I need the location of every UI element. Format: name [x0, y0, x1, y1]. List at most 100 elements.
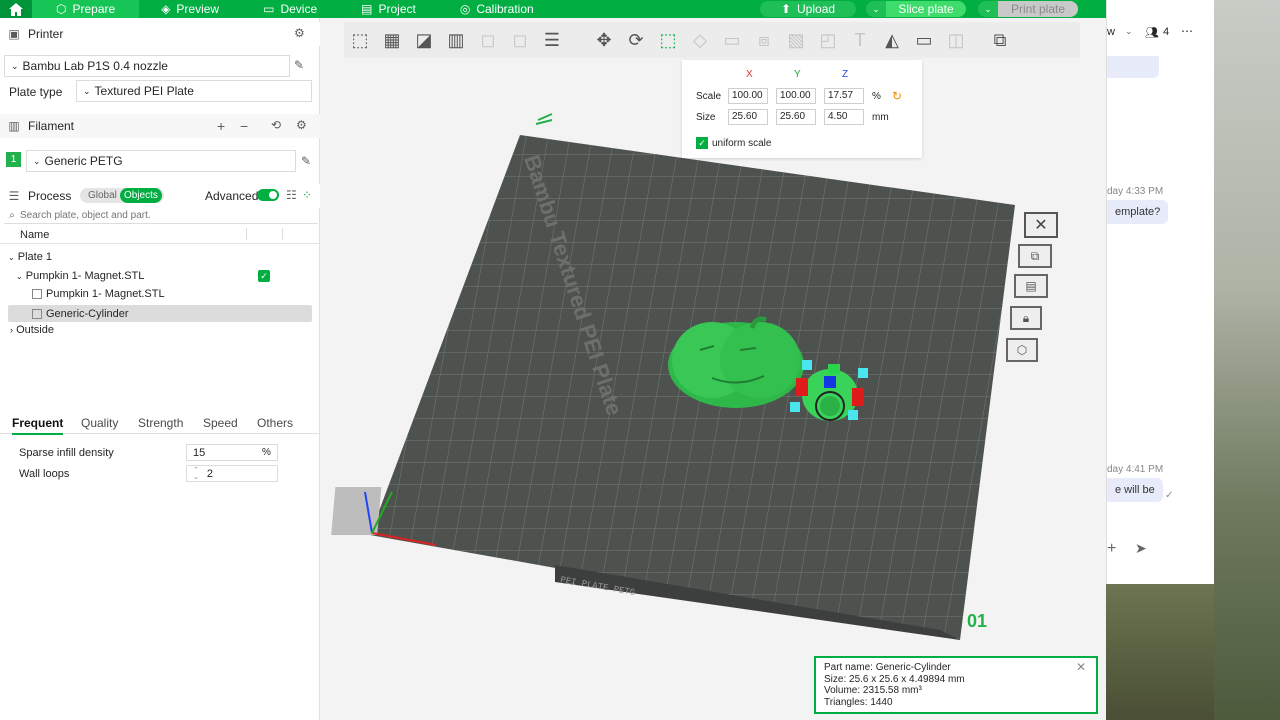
layers-button[interactable]: ☰ — [536, 24, 568, 56]
search-input[interactable] — [20, 210, 300, 221]
sync-icon[interactable]: ⟲ — [271, 118, 281, 132]
reset-icon[interactable]: ↻ — [892, 89, 902, 103]
minus-icon[interactable]: − — [240, 118, 248, 134]
tab-frequent[interactable]: Frequent — [12, 416, 64, 435]
tab-preview[interactable]: ◈ Preview — [139, 0, 241, 18]
boolean-button[interactable]: ⧈ — [748, 24, 780, 56]
scale-x-input[interactable]: 100.00 — [728, 88, 768, 104]
printer-select[interactable]: ⌄ Bambu Lab P1S 0.4 nozzle — [4, 55, 290, 77]
grid-icon[interactable]: ⁘ — [302, 188, 312, 202]
print-dropdown-button[interactable]: ⌄ — [978, 1, 998, 17]
slice-dropdown-button[interactable]: ⌄ — [866, 1, 886, 17]
tab-prepare[interactable]: ⬡ Prepare — [32, 0, 140, 18]
print-label: Print plate — [1010, 2, 1066, 16]
list-icon[interactable]: ☷ — [286, 188, 297, 202]
tree-item-object[interactable]: ⌄ Pumpkin 1- Magnet.STL — [16, 270, 144, 282]
tree-item-selected[interactable]: Generic-Cylinder — [8, 305, 312, 322]
filament-select[interactable]: ⌄ Generic PETG — [26, 150, 296, 172]
close-icon[interactable]: ✕ — [1076, 661, 1086, 674]
seam-paint-button[interactable]: ◰ — [812, 24, 844, 56]
tab-others[interactable]: Others — [257, 416, 293, 430]
move-button[interactable]: ✥ — [588, 24, 620, 56]
cut-button[interactable]: ▭ — [716, 24, 748, 56]
size-y-input[interactable]: 25.60 — [776, 109, 816, 125]
toggle-objects[interactable]: Objects — [120, 188, 162, 203]
support-paint-button[interactable]: ▧ — [780, 24, 812, 56]
add-object-button[interactable]: ⬚ — [344, 24, 376, 56]
gear-icon[interactable]: ⚙ — [296, 118, 307, 132]
gear-icon[interactable]: ⚙ — [294, 26, 305, 40]
tab-calibration[interactable]: ◎ Calibration — [438, 0, 556, 18]
scale-z-input[interactable]: 17.57 — [824, 88, 864, 104]
add-plate-button[interactable]: ▦ — [376, 24, 408, 56]
layout-icon: ▤ — [1025, 279, 1037, 293]
plate-type-select[interactable]: ⌄ Textured PEI Plate — [76, 80, 312, 102]
checkbox-icon[interactable]: ✓ — [258, 270, 270, 282]
lay-on-face-button[interactable]: ◇ — [684, 24, 716, 56]
split-parts-button[interactable]: ◻ — [504, 24, 536, 56]
add-icon[interactable]: + — [217, 118, 225, 134]
part-info-panel: Part name: Generic-Cylinder Size: 25.6 x… — [814, 656, 1098, 714]
chevron-down-icon[interactable]: ⌄ — [1125, 26, 1133, 37]
members-icon[interactable]: 👥︎ — [1145, 26, 1159, 39]
toggle-global[interactable]: Global — [88, 190, 117, 201]
tab-project[interactable]: ▤ Project — [339, 0, 438, 18]
lock-icon: 🔒︎ — [1022, 310, 1030, 325]
tab-label: Device — [280, 2, 318, 16]
print-plate-button[interactable]: Print plate — [998, 1, 1078, 17]
tab-quality[interactable]: Quality — [81, 416, 118, 430]
object-search[interactable]: ⌕ — [4, 208, 318, 224]
message-text: e will be — [1115, 484, 1155, 496]
auto-orient-button[interactable]: ◪ — [408, 24, 440, 56]
infill-input[interactable]: 15 % — [186, 444, 278, 461]
more-icon[interactable]: ⋯ — [1181, 24, 1193, 38]
column-divider — [246, 228, 247, 240]
lock-plate-button[interactable]: 🔒︎ — [1010, 306, 1042, 330]
assembly-view-button[interactable]: ⧉ — [984, 24, 1016, 56]
tab-strength[interactable]: Strength — [138, 416, 183, 430]
viewport-toolbar: ⬚ ▦ ◪ ▥ ◻ ◻ ☰ ✥ ⟳ ⬚ ◇ ▭ ⧈ ▧ ◰ T ◭ ▭ ◫ ⧉ — [344, 22, 1080, 58]
split-objects-button[interactable]: ◻ — [472, 24, 504, 56]
wall-loops-label: Wall loops — [19, 468, 70, 480]
printer-section-title: Printer — [28, 27, 64, 41]
tree-item-part[interactable]: Pumpkin 1- Magnet.STL — [32, 288, 165, 300]
filament-slot-badge[interactable]: 1 — [6, 152, 21, 167]
chevron-down-icon: ⌄ — [11, 60, 19, 71]
edit-icon[interactable]: ✎ — [301, 154, 311, 168]
advanced-label: Advanced — [205, 189, 259, 203]
upload-label: Upload — [797, 2, 836, 16]
measure-button[interactable]: ▭ — [908, 24, 940, 56]
size-z-input[interactable]: 4.50 — [824, 109, 864, 125]
uniform-scale-checkbox[interactable]: ✓ — [696, 137, 708, 149]
tab-speed[interactable]: Speed — [203, 416, 238, 430]
arrange-button[interactable]: ▥ — [440, 24, 472, 56]
edit-icon[interactable]: ✎ — [294, 58, 304, 72]
upload-button[interactable]: ⬆ Upload — [760, 1, 856, 17]
send-icon[interactable]: ➤ — [1135, 540, 1147, 557]
close-plate-button[interactable]: ✕ — [1024, 212, 1058, 238]
tree-item-outside[interactable]: › Outside — [10, 324, 54, 336]
orient-plate-button[interactable]: ▤ — [1014, 274, 1048, 298]
text-button[interactable]: T — [844, 24, 876, 56]
slice-plate-button[interactable]: Slice plate — [886, 1, 966, 17]
support-paint-icon: ▧ — [787, 29, 805, 50]
scale-button[interactable]: ⬚ — [652, 24, 684, 56]
plate-settings-button[interactable]: ⬡ — [1006, 338, 1038, 362]
color-paint-button[interactable]: ◭ — [876, 24, 908, 56]
assembly-button[interactable]: ◫ — [940, 24, 972, 56]
tree-item-plate[interactable]: ⌄ Plate 1 — [8, 251, 52, 263]
wall-loops-value: 2 — [206, 467, 213, 480]
tab-label: Prepare — [72, 2, 116, 16]
filament-section-header: ▥ Filament + − ⟲ ⚙ — [0, 114, 320, 138]
home-button[interactable] — [0, 0, 32, 18]
add-attachment-icon[interactable]: + — [1107, 540, 1116, 558]
tab-device[interactable]: ▭ Device — [241, 0, 339, 18]
scale-y-input[interactable]: 100.00 — [776, 88, 816, 104]
cut-icon: ▭ — [723, 29, 741, 50]
global-objects-toggle[interactable]: Global Objects — [80, 188, 164, 203]
arrange-plate-button[interactable]: ⧉ — [1018, 244, 1052, 268]
rotate-button[interactable]: ⟳ — [620, 24, 652, 56]
wall-loops-stepper[interactable]: ⌃ ⌄ 2 — [186, 465, 278, 482]
advanced-switch[interactable] — [257, 189, 279, 201]
size-x-input[interactable]: 25.60 — [728, 109, 768, 125]
